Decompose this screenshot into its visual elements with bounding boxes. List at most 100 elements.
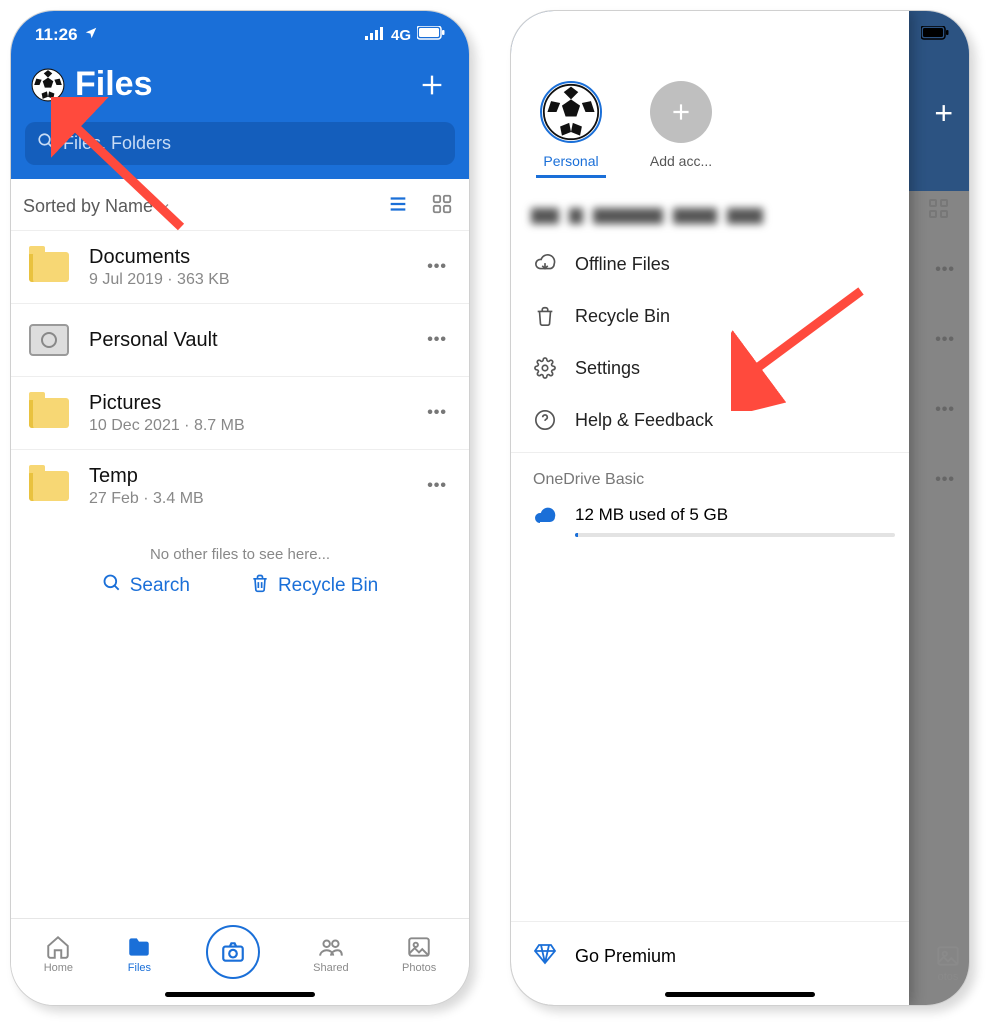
storage-bar [575,533,895,537]
add-button-bg: + [934,95,953,132]
storage-fill [575,533,578,537]
folder-icon [27,245,71,289]
tab-photos-bg: otos [935,943,961,983]
file-row[interactable]: Pictures 10 Dec 2021 · 8.7 MB ••• [11,377,469,450]
tab-shared[interactable]: Shared [313,934,348,974]
cloud-icon [533,505,557,534]
question-icon [533,408,557,432]
menu-settings[interactable]: Settings [511,342,909,394]
plan-label: OneDrive Basic [511,452,909,495]
empty-state-text: No other files to see here... [11,522,469,573]
navigation-drawer: Personal Add acc... [511,11,909,1005]
search-icon [37,132,55,155]
menu-recycle-bin[interactable]: Recycle Bin [511,290,909,342]
menu-label: Settings [575,358,640,379]
more-button-bg: ••• [935,309,955,371]
file-meta: 10 Dec 2021 · 8.7 MB [89,417,421,435]
more-button[interactable]: ••• [421,258,453,276]
more-button[interactable]: ••• [421,331,453,349]
file-name: Documents [89,246,421,269]
premium-label: Go Premium [575,946,676,967]
profile-avatar[interactable] [31,68,65,102]
more-button-bg: ••• [935,379,955,441]
status-time: 11:26 [35,25,78,45]
folder-icon [27,464,71,508]
more-button[interactable]: ••• [421,477,453,495]
add-account-button[interactable]: Add acc... [641,81,721,169]
sort-button[interactable]: Sorted by Name [23,196,171,217]
recycle-action[interactable]: Recycle Bin [250,573,378,599]
plus-icon [650,81,712,143]
tab-files[interactable]: Files [126,934,152,974]
tab-label: Files [128,962,151,974]
phone-drawer-screen: + ••• ••• ••• ••• otos [510,10,970,1006]
grid-view-icon-bg [929,199,951,218]
header: 11:26 4G [11,11,469,179]
diamond-icon [533,942,557,971]
tab-label: Shared [313,962,348,974]
menu-label: Help & Feedback [575,410,713,431]
file-name: Temp [89,465,421,488]
grid-view-icon[interactable] [431,193,453,220]
user-info-redacted [511,184,909,232]
search-icon [102,573,122,599]
chevron-down-icon [159,196,171,217]
status-bar: 11:26 4G [11,21,469,45]
more-button-bg: ••• [935,239,955,301]
vault-icon [27,318,71,362]
network-label: 4G [391,27,411,44]
page-title: Files [75,65,152,104]
more-button-bg: ••• [935,449,955,511]
storage-usage[interactable]: 12 MB used of 5 GB [511,495,909,551]
search-action[interactable]: Search [102,573,190,599]
camera-button[interactable] [206,925,260,979]
cloud-download-icon [533,252,557,276]
trash-icon [533,304,557,328]
drawer-menu: Offline Files Recycle Bin Settings Help … [511,232,909,452]
file-name: Personal Vault [89,329,421,352]
add-button[interactable] [415,68,449,102]
account-personal[interactable]: Personal [531,81,611,178]
storage-text: 12 MB used of 5 GB [575,505,895,525]
search-input[interactable]: Files, Folders [25,122,455,165]
location-icon [84,25,98,45]
tab-home[interactable]: Home [44,934,73,974]
home-indicator [665,992,815,997]
phone-files-screen: 11:26 4G [10,10,470,1006]
add-account-label: Add acc... [650,153,712,169]
signal-icon [365,25,385,45]
list-view-icon[interactable] [387,193,409,220]
menu-label: Offline Files [575,254,670,275]
account-switcher: Personal Add acc... [511,11,909,184]
soccer-avatar-icon [540,81,602,143]
file-meta: 27 Feb · 3.4 MB [89,490,421,508]
file-row[interactable]: Documents 9 Jul 2019 · 363 KB ••• [11,231,469,304]
quick-actions: Search Recycle Bin [11,573,469,615]
battery-icon [921,25,949,45]
home-indicator [165,992,315,997]
title-row: Files [11,45,469,114]
file-row[interactable]: Personal Vault ••• [11,304,469,377]
search-placeholder: Files, Folders [63,133,171,154]
tab-label: Home [44,962,73,974]
file-row[interactable]: Temp 27 Feb · 3.4 MB ••• [11,450,469,522]
tab-label: Photos [402,962,436,974]
file-name: Pictures [89,392,421,415]
search-action-label: Search [130,575,190,597]
tab-photos[interactable]: Photos [402,934,436,974]
sort-label-text: Sorted by Name [23,196,153,217]
recycle-action-label: Recycle Bin [278,575,378,597]
account-label: Personal [543,153,598,169]
more-button[interactable]: ••• [421,404,453,422]
battery-icon [417,25,445,45]
active-indicator [536,175,606,178]
file-meta: 9 Jul 2019 · 363 KB [89,271,421,289]
menu-help-feedback[interactable]: Help & Feedback [511,394,909,446]
trash-icon [250,573,270,599]
menu-offline-files[interactable]: Offline Files [511,238,909,290]
gear-icon [533,356,557,380]
menu-label: Recycle Bin [575,306,670,327]
tab-label-partial: otos [938,971,959,983]
file-list: Documents 9 Jul 2019 · 363 KB ••• Person… [11,231,469,918]
folder-icon [27,391,71,435]
